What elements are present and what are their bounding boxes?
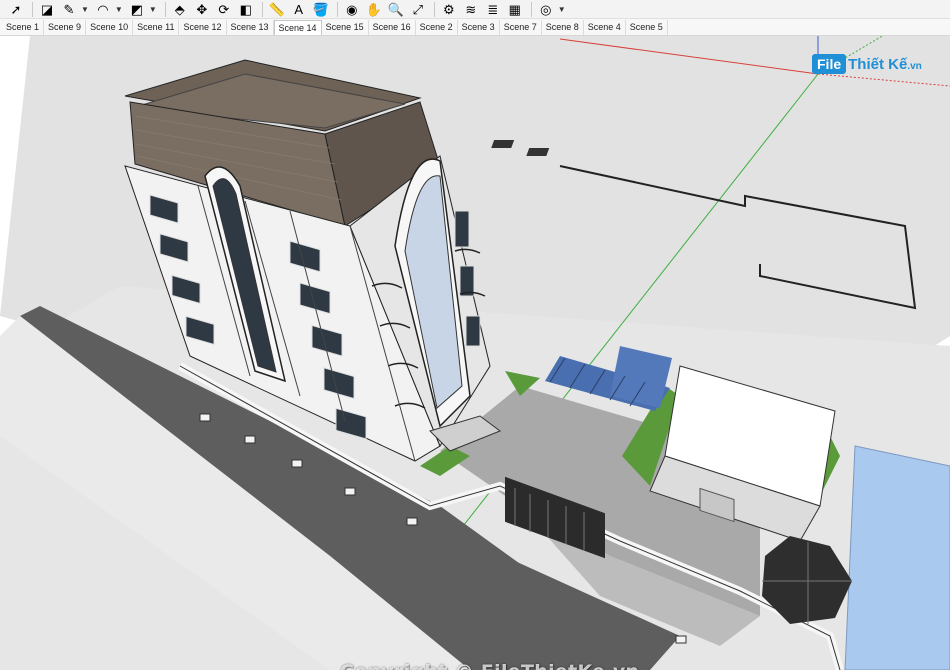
chevron-down-icon[interactable]: ▼ [115,5,123,14]
scene-tab[interactable]: Scene 13 [226,20,274,35]
logo-tld: .vn [907,60,922,72]
3d-viewport[interactable]: File Thiết Kế.vn Copyright © FileThietKe… [0,36,950,670]
toolbar-separator [164,1,166,17]
pencil-tool-icon[interactable]: ✎ [59,0,79,18]
tape-measure-tool-icon[interactable]: 📏 [267,0,287,18]
shape-tool-icon[interactable]: ◩ [127,0,147,18]
scale-tool-icon[interactable]: ◧ [236,0,256,18]
marker-2 [526,148,550,156]
marker-1 [491,140,515,148]
scene-tab[interactable]: Scene 7 [499,20,542,35]
toolbar-separator [261,1,263,17]
extension-icon[interactable]: ≋ [461,0,481,18]
eraser-tool-icon[interactable]: ◪ [37,0,57,18]
paint-bucket-tool-icon[interactable]: 🪣 [311,0,331,18]
swimming-pool [844,445,950,670]
model-render [0,36,950,670]
select-tool-icon[interactable]: ➚ [6,0,26,18]
chevron-down-icon[interactable]: ▼ [149,5,157,14]
zoom-tool-icon[interactable]: 🔍 [386,0,406,18]
logo-name: Thiết Kế.vn [848,56,922,73]
scene-tab[interactable]: Scene 4 [583,20,626,35]
logo-name-text: Thiết Kế [848,55,908,73]
toolbar-separator [530,1,532,17]
scene-tab[interactable]: Scene 14 [273,20,322,35]
scene-tab[interactable]: Scene 3 [457,20,500,35]
account-icon[interactable]: ◎ [536,0,556,18]
scene-tab[interactable]: Scene 16 [368,20,416,35]
scene-tab[interactable]: Scene 12 [179,20,227,35]
text-tool-icon[interactable]: A [289,0,309,18]
move-tool-icon[interactable]: ✥ [192,0,212,18]
scene-tab[interactable]: Scene 10 [86,20,134,35]
copyright-watermark: Copyright © FileThietKe.vn [340,661,639,670]
zoom-extents-tool-icon[interactable]: ⤢ [408,0,428,18]
logo-badge: File [812,54,847,74]
warehouse-icon[interactable]: ⚙ [439,0,459,18]
scene-tab[interactable]: Scene 5 [625,20,668,35]
scene-tab[interactable]: Scene 8 [541,20,584,35]
arc-tool-icon[interactable]: ◠ [93,0,113,18]
site-logo: File Thiết Kế.vn [812,47,922,81]
scene-tab[interactable]: Scene 2 [415,20,458,35]
layers-icon[interactable]: ≣ [483,0,503,18]
push-pull-tool-icon[interactable]: ⬘ [170,0,190,18]
scene-tab[interactable]: Scene 15 [321,20,369,35]
scene-tab[interactable]: Scene 11 [133,20,180,35]
toolbar-separator [32,1,33,17]
scene-tabs: Scene 1 Scene 9 Scene 10 Scene 11 Scene 12 Sc… [0,19,950,36]
orbit-tool-icon[interactable]: ◉ [342,0,362,18]
rotate-tool-icon[interactable]: ⟳ [214,0,234,18]
toolbar-separator [433,1,435,17]
chevron-down-icon[interactable]: ▼ [558,5,566,14]
pan-tool-icon[interactable]: ✋ [364,0,384,18]
scene-tab[interactable]: Scene 1 [2,20,45,35]
main-toolbar: ➚ ◪ ✎ ▼ ◠ ▼ ◩ ▼ ⬘ ✥ ⟳ ◧ 📏 A 🪣 ◉ ✋ 🔍 ⤢ ⚙ ≋ ≣ ▦ ◎ ▼ [0,0,950,19]
components-icon[interactable]: ▦ [505,0,525,18]
scene-tab[interactable]: Scene 9 [44,20,87,35]
toolbar-separator [336,1,338,17]
chevron-down-icon[interactable]: ▼ [81,5,89,14]
